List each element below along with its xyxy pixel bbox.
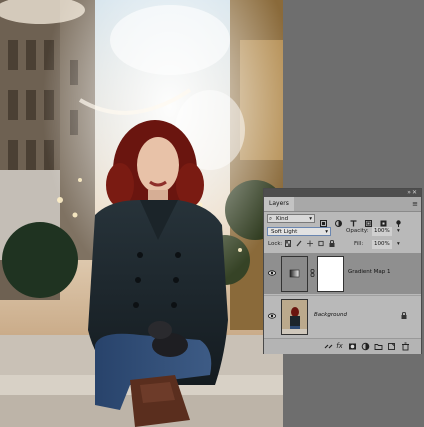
chevron-down-icon[interactable]: ▾ [397,227,400,236]
lock-artboard-icon[interactable] [318,240,324,247]
opacity-input[interactable]: 100% [372,227,392,236]
lock-transparent-pixels-icon[interactable] [285,240,291,247]
link-layers-icon[interactable] [324,342,333,351]
background-thumbnail[interactable] [281,299,308,335]
mask-link-icon[interactable] [310,269,315,277]
new-group-icon[interactable] [374,342,383,351]
blend-mode-value: Soft Light [271,229,298,235]
lock-row: Lock: Fill: 100% ▾ [264,239,421,251]
chevron-down-icon: ▾ [309,216,312,222]
lock-icon [401,312,407,319]
chevron-down-icon[interactable]: ▾ [397,240,400,249]
filter-row: ⌕ Kind ▾ [264,212,421,227]
panel-tab-row: Layers ≡ [264,197,421,212]
document-canvas-photo[interactable] [0,0,283,427]
visibility-eye-icon[interactable] [268,269,276,277]
lock-position-icon[interactable] [307,240,313,247]
layer-name[interactable]: Gradient Map 1 [348,268,391,276]
add-mask-icon[interactable] [348,342,357,351]
layer-name[interactable]: Background [314,311,347,319]
panel-titlebar[interactable]: »✕ [264,189,421,197]
blend-row: Soft Light ▾ Opacity: 100% ▾ [264,226,421,238]
adjustment-thumbnail[interactable] [281,256,308,292]
blend-mode-select[interactable]: Soft Light ▾ [267,227,331,236]
lock-all-icon[interactable] [329,240,335,247]
fx-icon[interactable]: fx [335,342,344,351]
chevron-down-icon: ▾ [325,229,328,235]
panel-collapse-icon[interactable]: »✕ [407,189,418,197]
lock-image-pixels-icon[interactable] [296,240,302,247]
fill-label: Fill: [354,241,364,247]
layer-mask-thumbnail[interactable] [317,256,344,292]
delete-layer-icon[interactable] [401,342,410,351]
new-adjustment-icon[interactable] [361,342,370,351]
fill-input[interactable]: 100% [372,240,392,249]
search-icon: ⌕ [269,216,273,222]
tab-layers[interactable]: Layers [264,197,294,211]
layer-row-gradient-map[interactable]: Gradient Map 1 [264,253,421,294]
filter-kind-label: Kind [276,216,289,222]
opacity-label: Opacity: [346,228,369,234]
layers-bottom-bar: fx [264,338,421,354]
filter-kind-select[interactable]: ⌕ Kind ▾ [267,214,315,223]
new-layer-icon[interactable] [387,342,396,351]
lock-label: Lock: [268,241,283,247]
layers-panel: »✕ Layers ≡ ⌕ Kind ▾ Soft Light ▾ Opacit… [263,188,422,354]
photo-image [0,0,283,427]
background-thumbnail-image [282,300,307,334]
layer-row-background[interactable]: Background [264,295,421,337]
panel-menu-icon[interactable]: ≡ [412,200,418,208]
gradient-map-adjustment-icon [289,269,300,278]
visibility-eye-icon[interactable] [268,312,276,320]
